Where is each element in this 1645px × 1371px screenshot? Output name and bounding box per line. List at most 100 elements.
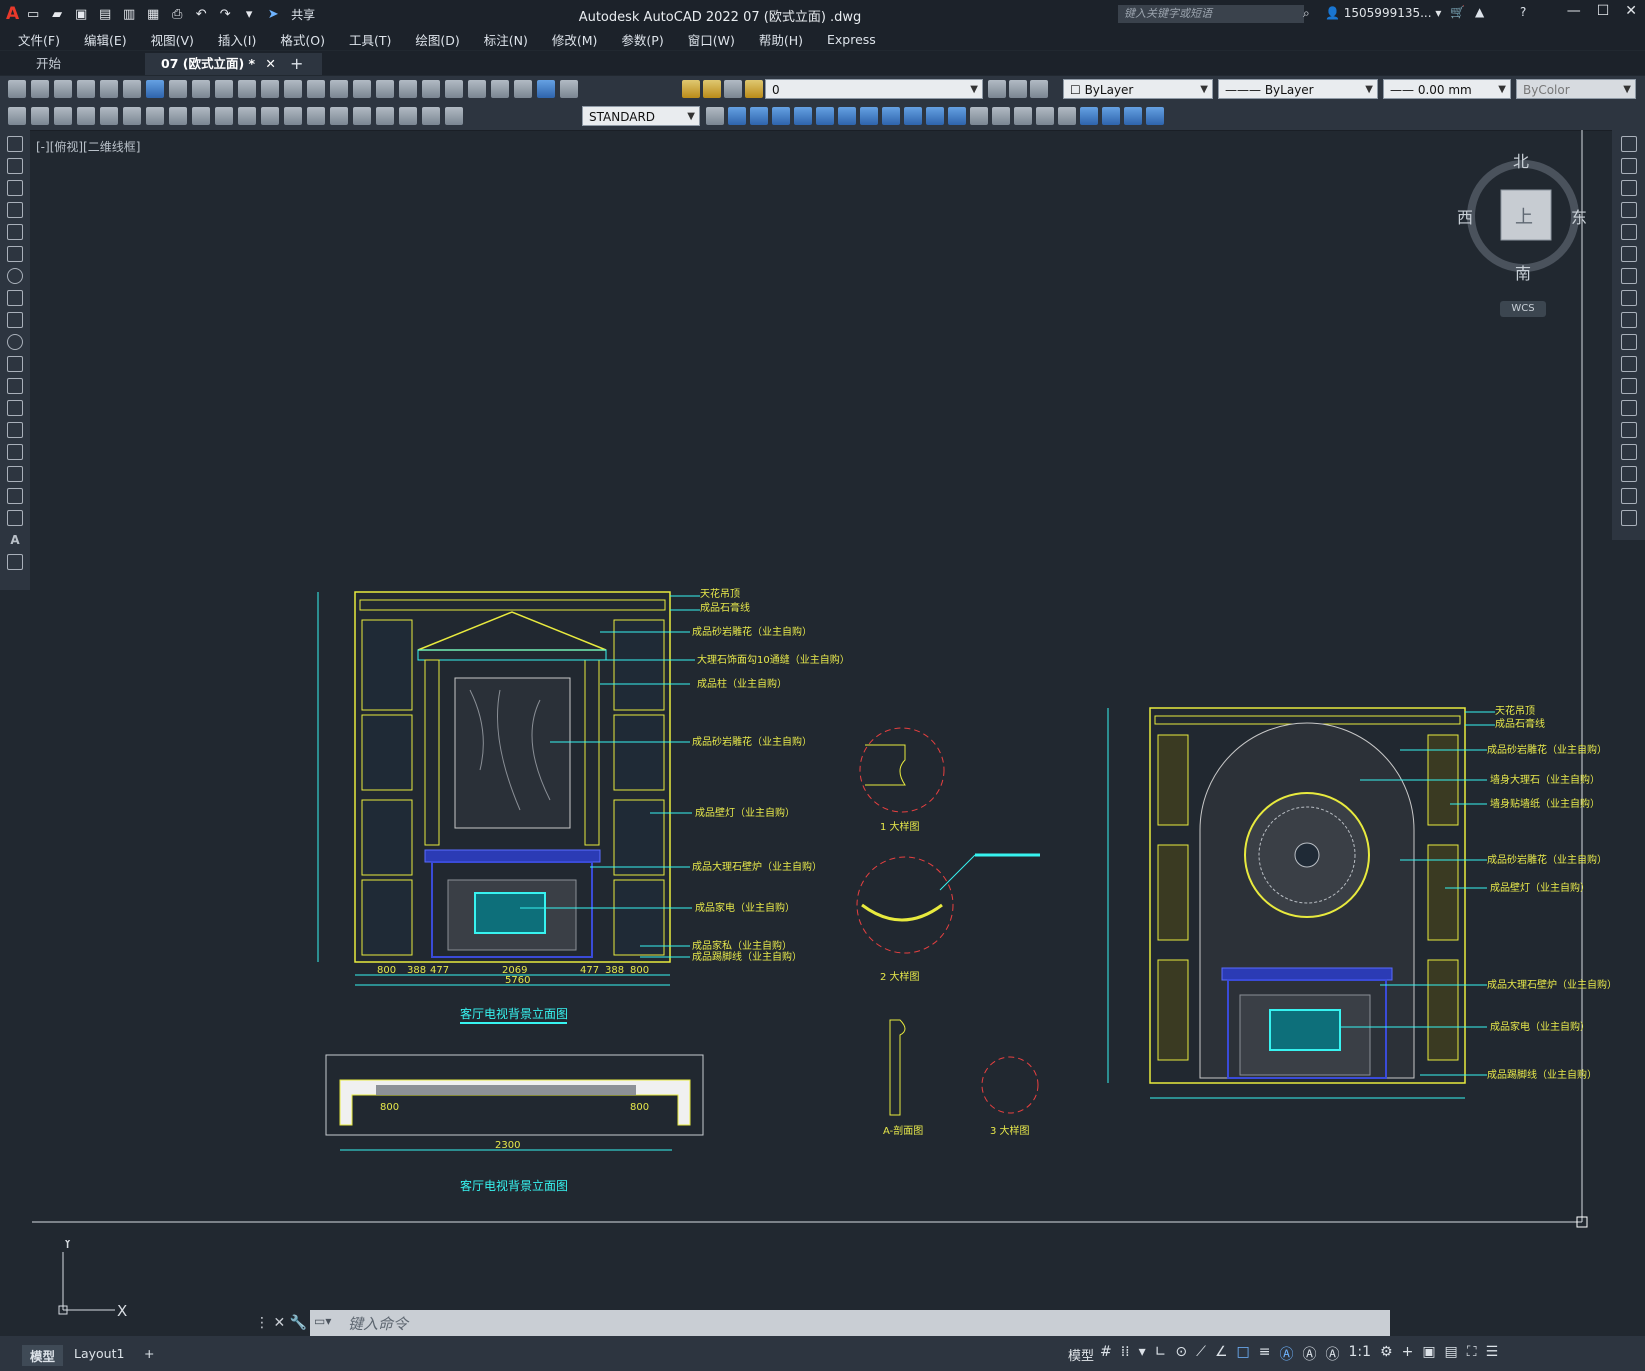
inspection-icon[interactable]	[353, 107, 371, 125]
viewcube-top-face[interactable]: 上	[1515, 203, 1533, 229]
dimstyle-icon[interactable]	[706, 107, 724, 125]
compass-south[interactable]: 南	[1515, 260, 1531, 284]
menu-file[interactable]: 文件(F)	[6, 30, 72, 49]
lineweight-icon[interactable]: ≡	[1259, 1344, 1271, 1364]
lineweight-dropdown[interactable]: —— 0.00 mm ▼	[1383, 79, 1511, 99]
annotation-visibility-icon[interactable]: Ⓐ	[1279, 1344, 1293, 1364]
publish-icon[interactable]	[123, 80, 141, 98]
view-top-icon[interactable]	[816, 107, 834, 125]
light-icon[interactable]	[1036, 107, 1054, 125]
camera-icon[interactable]	[904, 107, 922, 125]
gradient-icon[interactable]	[7, 466, 23, 482]
rectangle-icon[interactable]	[7, 224, 23, 240]
preview-icon[interactable]	[100, 80, 118, 98]
view-bottom-icon[interactable]	[838, 107, 856, 125]
zoom-window-icon[interactable]	[353, 80, 371, 98]
material-icon[interactable]	[1014, 107, 1032, 125]
annotation-scale-icon[interactable]: Ⓐ	[1325, 1344, 1339, 1364]
tab-model[interactable]: 模型	[22, 1345, 64, 1366]
layer-dropdown[interactable]: 0 ▼	[765, 79, 983, 99]
menu-dimension[interactable]: 标注(N)	[472, 30, 540, 49]
viewcube[interactable]: 北 南 东 西 上	[1457, 148, 1587, 283]
view-front-icon[interactable]	[728, 107, 746, 125]
tolerance-icon[interactable]	[307, 107, 325, 125]
array-icon[interactable]	[1620, 224, 1637, 240]
table-icon[interactable]	[7, 510, 23, 526]
make-block-icon[interactable]	[7, 400, 23, 416]
undo-icon[interactable]	[261, 80, 279, 98]
autodesk-app-icon[interactable]: ▲	[1475, 5, 1484, 19]
menu-modify[interactable]: 修改(M)	[540, 30, 610, 49]
explode-icon[interactable]	[1620, 510, 1637, 526]
ortho-icon[interactable]: ∟	[1155, 1344, 1167, 1364]
layer-match-icon[interactable]	[1009, 80, 1027, 98]
qnew-icon[interactable]	[8, 80, 26, 98]
markup-icon[interactable]	[491, 80, 509, 98]
sheet-set-icon[interactable]	[468, 80, 486, 98]
menu-format[interactable]: 格式(O)	[268, 30, 337, 49]
ellipse-arc-icon[interactable]	[7, 356, 23, 372]
polyline-icon[interactable]	[7, 180, 23, 196]
menu-edit[interactable]: 编辑(E)	[72, 30, 139, 49]
add-selected-icon[interactable]	[7, 554, 23, 570]
plotstyle-dropdown[interactable]: ByColor ▼	[1516, 79, 1636, 99]
scale-icon[interactable]	[1620, 290, 1637, 306]
close-tab-icon[interactable]: ✕	[265, 56, 275, 71]
tab-layout1[interactable]: Layout1	[66, 1345, 132, 1362]
point-icon[interactable]	[7, 422, 23, 438]
help-icon[interactable]	[537, 80, 555, 98]
join-icon[interactable]	[1620, 422, 1637, 438]
plot-icon[interactable]	[77, 80, 95, 98]
ellipse-icon[interactable]	[7, 334, 23, 350]
viewport-freeze-icon[interactable]	[724, 80, 742, 98]
layer-properties-icon[interactable]	[560, 80, 578, 98]
workspace-gear-icon[interactable]: ⚙	[1380, 1344, 1393, 1364]
open-icon[interactable]: ▰	[47, 4, 67, 24]
ucs-3point-icon[interactable]	[1124, 107, 1142, 125]
quick-properties-icon[interactable]: ▤	[1445, 1344, 1458, 1364]
quick-dim-icon[interactable]	[192, 107, 210, 125]
command-input[interactable]: 键入命令	[348, 1313, 408, 1334]
search-input[interactable]: 键入关键字或短语	[1118, 5, 1304, 23]
dim-arc-icon[interactable]	[54, 107, 72, 125]
circle-icon[interactable]	[7, 268, 23, 284]
new-icon[interactable]: ▭	[23, 4, 43, 24]
stretch-icon[interactable]	[1620, 312, 1637, 328]
dim-angular-icon[interactable]	[169, 107, 187, 125]
model-space-button[interactable]: 模型	[1068, 1345, 1094, 1364]
render-icon[interactable]	[992, 107, 1010, 125]
annotation-scale-value[interactable]: 1:1	[1348, 1344, 1371, 1364]
redo-icon[interactable]: ↷	[215, 4, 235, 24]
blend-icon[interactable]	[1620, 488, 1637, 504]
snap-icon[interactable]: ⁞⁞	[1121, 1344, 1130, 1364]
dim-edit-icon[interactable]	[399, 107, 417, 125]
clean-screen-icon[interactable]: ⛶	[1467, 1344, 1477, 1364]
drawing-canvas[interactable]: 800 388 477 2069 477 388 800 5760 天花吊顶 成…	[32, 130, 1612, 1245]
zoom-realtime-icon[interactable]	[330, 80, 348, 98]
close-icon[interactable]: ✕	[1625, 3, 1637, 19]
osnap-icon[interactable]: □	[1237, 1344, 1250, 1364]
orbit-icon[interactable]	[882, 107, 900, 125]
dim-diameter-icon[interactable]	[146, 107, 164, 125]
command-close-icon[interactable]: ⋮ ✕ 🔧	[255, 1315, 307, 1331]
units-icon[interactable]: ▣	[1422, 1344, 1435, 1364]
share-label[interactable]: 共享	[291, 6, 315, 23]
view-right-icon[interactable]	[794, 107, 812, 125]
dim-baseline-icon[interactable]	[215, 107, 233, 125]
annotation-monitor-icon[interactable]: +	[1402, 1344, 1414, 1364]
erase-icon[interactable]	[1620, 136, 1637, 152]
dim-aligned-icon[interactable]	[31, 107, 49, 125]
menu-insert[interactable]: 插入(I)	[206, 30, 268, 49]
design-center-icon[interactable]	[422, 80, 440, 98]
polygon-icon[interactable]	[7, 202, 23, 218]
share-icon[interactable]: ➤	[263, 4, 283, 24]
view-back-icon[interactable]	[750, 107, 768, 125]
break-icon[interactable]	[1620, 400, 1637, 416]
view-left-icon[interactable]	[772, 107, 790, 125]
dim-continue-icon[interactable]	[238, 107, 256, 125]
help-icon[interactable]: ?	[1520, 5, 1526, 19]
ucs-view-icon[interactable]	[1102, 107, 1120, 125]
mirror-icon[interactable]	[1620, 180, 1637, 196]
dim-update-icon[interactable]	[445, 107, 463, 125]
copy-object-icon[interactable]	[1620, 158, 1637, 174]
